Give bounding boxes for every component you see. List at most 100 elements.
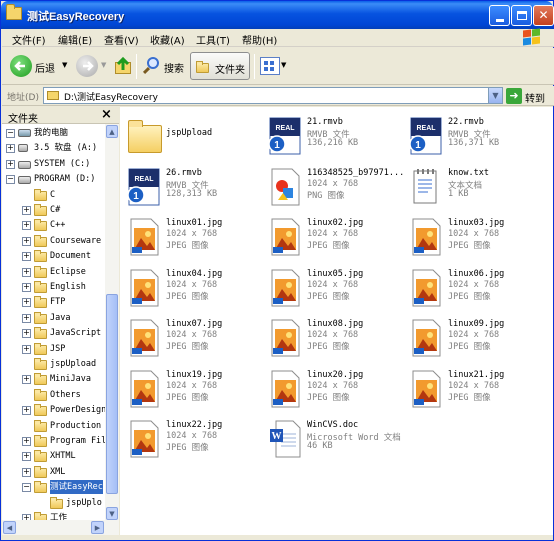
file-item[interactable]: linux21.jpg 1024 x 768 JPEG 图像 xyxy=(404,366,544,412)
expand-icon[interactable]: + xyxy=(22,221,31,231)
file-item[interactable]: W WinCVS.doc Microsoft Word 文档 46 KB xyxy=(263,416,403,462)
tree-vertical-scrollbar[interactable]: ▲ ▼ xyxy=(105,124,119,535)
tree-item[interactable]: C xyxy=(2,188,105,203)
tree-item[interactable]: + Eclipse xyxy=(2,265,105,280)
tree-item[interactable]: − PROGRAM (D:) xyxy=(2,172,105,187)
tree-item[interactable]: + C# xyxy=(2,203,105,218)
tree-item[interactable]: + Program Fil xyxy=(2,434,105,449)
file-item[interactable]: linux19.jpg 1024 x 768 JPEG 图像 xyxy=(122,366,262,412)
expand-icon[interactable]: + xyxy=(6,144,15,154)
tree-item[interactable]: + Java xyxy=(2,311,105,326)
tree-item[interactable]: jspUpload xyxy=(2,357,105,372)
tree-item[interactable]: + MiniJava xyxy=(2,372,105,387)
tree-item[interactable]: + JSP xyxy=(2,342,105,357)
file-item[interactable]: linux06.jpg 1024 x 768 JPEG 图像 xyxy=(404,265,544,311)
menu-tools[interactable]: 工具(T) xyxy=(196,32,230,47)
file-size: JPEG 图像 xyxy=(448,291,491,302)
close-pane-button[interactable]: × xyxy=(101,107,112,122)
address-input[interactable]: D:\测试EasyRecovery ▼ xyxy=(43,87,503,104)
tree-item[interactable]: − 我的电脑 xyxy=(2,126,105,141)
expand-icon[interactable]: + xyxy=(22,298,31,308)
expand-icon[interactable]: + xyxy=(22,252,31,262)
expand-icon[interactable]: + xyxy=(22,267,31,277)
search-icon[interactable] xyxy=(142,57,160,75)
expand-icon[interactable]: + xyxy=(22,313,31,323)
tree-item[interactable]: + C++ xyxy=(2,218,105,233)
file-item[interactable]: linux03.jpg 1024 x 768 JPEG 图像 xyxy=(404,214,544,260)
file-item[interactable]: 116348525_b97971... 1024 x 768 PNG 图像 xyxy=(263,164,404,210)
scroll-down-icon[interactable]: ▼ xyxy=(106,507,118,520)
tree-item[interactable]: jspUplo xyxy=(2,496,105,511)
collapse-icon[interactable]: − xyxy=(6,129,15,138)
forward-arrow-icon[interactable] xyxy=(76,55,98,77)
minimize-button[interactable] xyxy=(489,5,510,26)
expand-icon[interactable]: + xyxy=(22,406,31,416)
menu-favorites[interactable]: 收藏(A) xyxy=(150,32,185,47)
file-item[interactable]: linux02.jpg 1024 x 768 JPEG 图像 xyxy=(263,214,403,260)
go-button-label[interactable]: 转到 xyxy=(525,90,545,105)
tree-item[interactable]: + XML xyxy=(2,465,105,480)
expand-icon[interactable]: + xyxy=(22,236,31,246)
file-item[interactable]: linux22.jpg 1024 x 768 JPEG 图像 xyxy=(122,416,262,462)
tree-item[interactable]: + English xyxy=(2,280,105,295)
expand-icon[interactable]: + xyxy=(22,452,31,462)
back-dropdown-icon[interactable]: ▼ xyxy=(62,61,67,69)
folders-button[interactable]: 文件夹 xyxy=(190,52,250,80)
file-item[interactable]: REAL 1 26.rmvb RMVB 文件 128,313 KB xyxy=(122,164,262,210)
tree-item[interactable]: + SYSTEM (C:) xyxy=(2,157,105,172)
address-dropdown-icon[interactable]: ▼ xyxy=(488,88,502,103)
jpeg-icon xyxy=(269,319,301,357)
tree-item[interactable]: + Document xyxy=(2,249,105,264)
expand-icon[interactable]: + xyxy=(22,206,31,215)
file-item[interactable]: linux05.jpg 1024 x 768 JPEG 图像 xyxy=(263,265,403,311)
collapse-icon[interactable]: − xyxy=(22,483,31,493)
file-item[interactable]: linux07.jpg 1024 x 768 JPEG 图像 xyxy=(122,315,262,361)
scroll-right-icon[interactable]: ▶ xyxy=(91,521,104,534)
file-item[interactable]: linux08.jpg 1024 x 768 JPEG 图像 xyxy=(263,315,403,361)
views-icon[interactable] xyxy=(260,57,280,75)
go-arrow-icon[interactable]: ➜ xyxy=(506,88,522,104)
expand-icon[interactable]: + xyxy=(22,329,31,339)
expand-icon[interactable]: + xyxy=(22,467,31,477)
tree-item[interactable]: + FTP xyxy=(2,295,105,310)
scroll-left-icon[interactable]: ◀ xyxy=(3,521,16,534)
tree-item[interactable]: + JavaScript xyxy=(2,326,105,341)
collapse-icon[interactable]: − xyxy=(6,175,15,185)
tree-item[interactable]: Production xyxy=(2,419,105,434)
back-button-label[interactable]: 后退 xyxy=(35,60,55,75)
menu-view[interactable]: 查看(V) xyxy=(104,32,139,47)
tree-item[interactable]: + PowerDesign xyxy=(2,403,105,418)
scrollbar-thumb[interactable] xyxy=(106,294,118,494)
file-item[interactable]: linux09.jpg 1024 x 768 JPEG 图像 xyxy=(404,315,544,361)
expand-icon[interactable]: + xyxy=(22,437,31,446)
scroll-up-icon[interactable]: ▲ xyxy=(106,125,118,138)
search-button-label[interactable]: 搜索 xyxy=(164,60,184,75)
up-folder-icon[interactable] xyxy=(113,56,133,76)
back-arrow-icon[interactable] xyxy=(10,55,32,77)
forward-dropdown-icon[interactable]: ▼ xyxy=(101,61,106,69)
expand-icon[interactable]: + xyxy=(6,159,15,169)
views-dropdown-icon[interactable]: ▼ xyxy=(281,61,286,69)
file-item[interactable]: linux20.jpg 1024 x 768 JPEG 图像 xyxy=(263,366,403,412)
tree-item[interactable]: +3.5 软盘 (A:) xyxy=(2,141,105,156)
file-item[interactable]: linux04.jpg 1024 x 768 JPEG 图像 xyxy=(122,265,262,311)
file-item[interactable]: jspUpload xyxy=(122,113,262,159)
close-button[interactable]: ✕ xyxy=(533,5,554,26)
tree-item[interactable]: + XHTML xyxy=(2,449,105,464)
tree-item[interactable]: + Courseware xyxy=(2,234,105,249)
file-item[interactable]: linux01.jpg 1024 x 768 JPEG 图像 xyxy=(122,214,262,260)
expand-icon[interactable]: + xyxy=(22,375,31,385)
menu-file[interactable]: 文件(F) xyxy=(12,32,46,47)
expand-icon[interactable]: + xyxy=(22,344,31,354)
tree-horizontal-scrollbar[interactable]: ◀ ▶ xyxy=(2,520,105,535)
tree-item[interactable]: Others xyxy=(2,388,105,403)
file-item[interactable]: REAL 1 22.rmvb RMVB 文件 136,371 KB xyxy=(404,113,544,159)
menu-edit[interactable]: 编辑(E) xyxy=(58,32,92,47)
file-item[interactable]: REAL 1 21.rmvb RMVB 文件 136,216 KB xyxy=(263,113,403,159)
file-item[interactable]: know.txt 文本文档 1 KB xyxy=(404,164,544,210)
expand-icon[interactable]: + xyxy=(22,283,31,292)
menu-help[interactable]: 帮助(H) xyxy=(242,32,277,47)
title-bar[interactable]: 测试EasyRecovery ✕ xyxy=(1,1,554,29)
maximize-button[interactable] xyxy=(511,5,532,26)
tree-item[interactable]: − 测试EasyRec xyxy=(2,480,105,495)
